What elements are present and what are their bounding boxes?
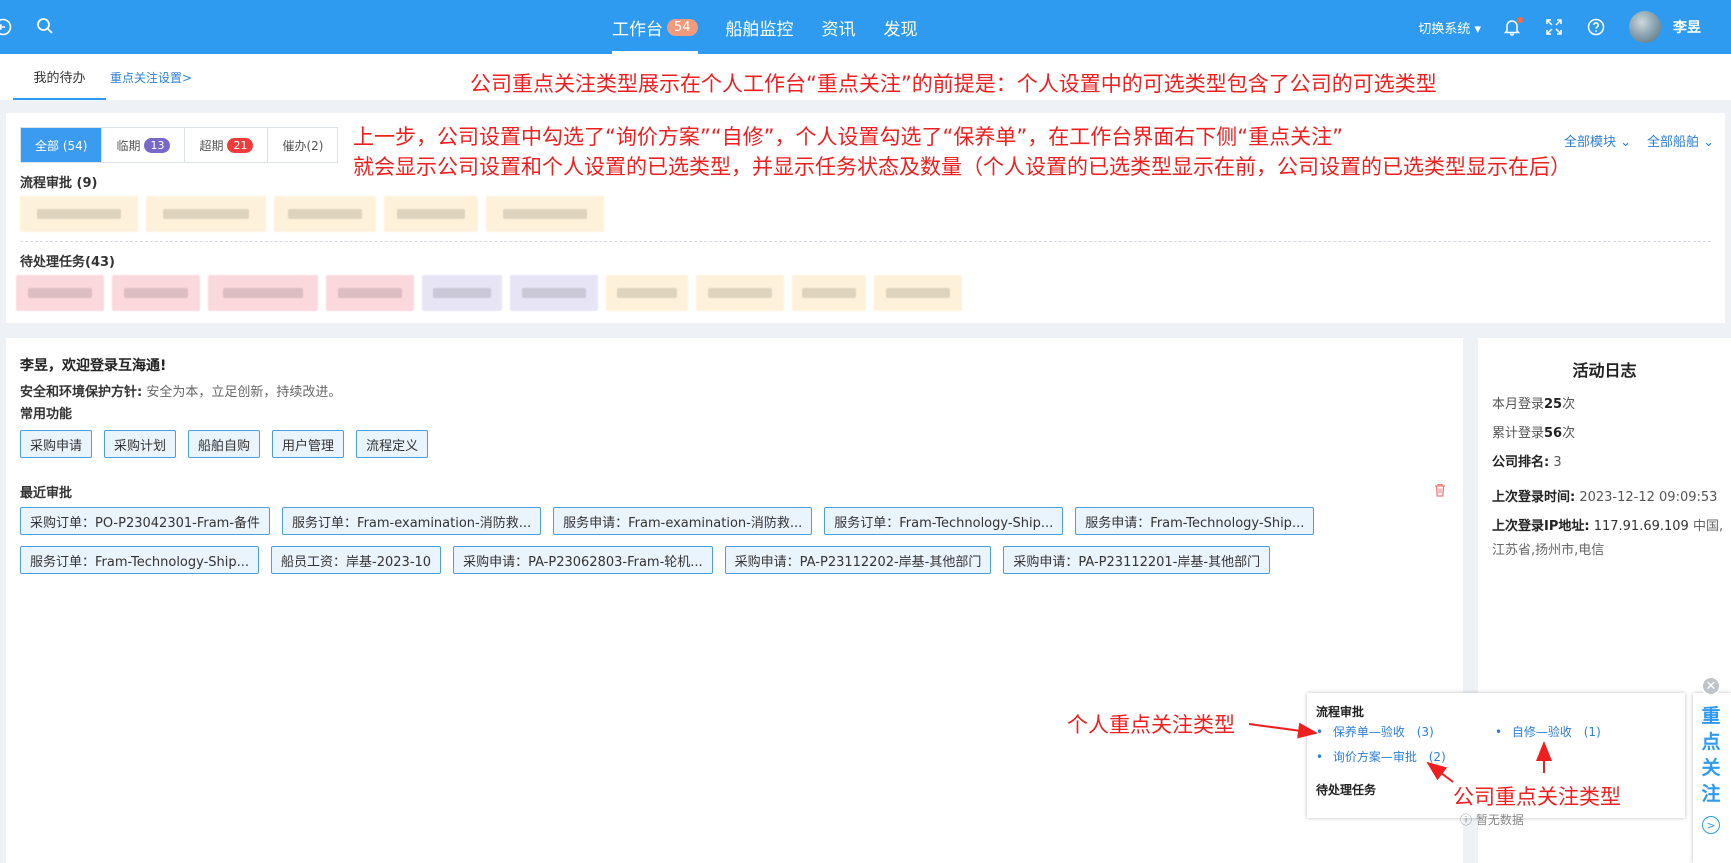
annotation-arrows [1248,722,1552,783]
annotation-company-type: 公司重点关注类型 [1453,785,1621,809]
arrow-personal [1248,722,1318,739]
annotation-personal-type: 个人重点关注类型 [1067,713,1235,737]
arrow-company-inquiry [1426,761,1454,783]
